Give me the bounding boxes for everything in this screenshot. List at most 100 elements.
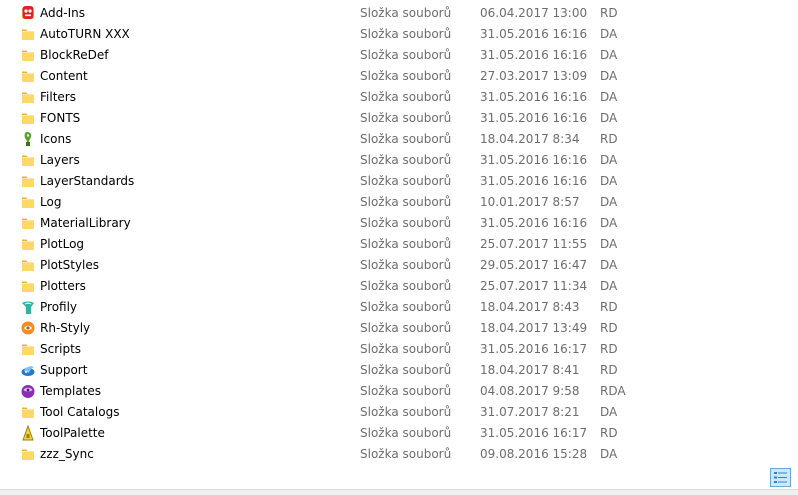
file-type: Složka souborů: [360, 111, 452, 125]
file-name: Filters: [40, 90, 76, 104]
file-date: 25.07.2017 11:55: [480, 237, 588, 251]
file-date: 09.08.2016 15:28: [480, 447, 588, 461]
file-name: Plotters: [40, 279, 86, 293]
file-date: 18.04.2017 8:43: [480, 300, 580, 314]
file-date: 27.03.2017 13:09: [480, 69, 588, 83]
file-name: FONTS: [40, 111, 81, 125]
file-date: 25.07.2017 11:34: [480, 279, 588, 293]
file-row[interactable]: LayerStandards Složka souborů 31.05.2016 1…: [0, 171, 798, 192]
file-attributes: DA: [600, 237, 618, 251]
file-attributes: DA: [600, 90, 618, 104]
file-type: Složka souborů: [360, 174, 452, 188]
file-row[interactable]: Icons Složka souborů 18.04.2017 8:34 RD: [0, 129, 798, 150]
file-row[interactable]: Tool Catalogs Složka souborů 31.07.2017 8:…: [0, 402, 798, 423]
file-type: Složka souborů: [360, 426, 452, 440]
file-type: Složka souborů: [360, 321, 452, 335]
file-attributes: DA: [600, 216, 618, 230]
file-type: Složka souborů: [360, 132, 452, 146]
file-name: Layers: [40, 153, 80, 167]
file-attributes: RD: [600, 132, 618, 146]
rhstyly-orange-icon: [20, 320, 36, 336]
file-row[interactable]: Content Složka souborů 27.03.2017 13:09 DA: [0, 66, 798, 87]
details-view-button[interactable]: [770, 468, 791, 487]
templates-purple-icon: [20, 383, 36, 399]
folder-icon: [20, 68, 36, 84]
folder-icon: [20, 236, 36, 252]
file-row[interactable]: Layers Složka souborů 31.05.2016 16:16 DA: [0, 150, 798, 171]
file-attributes: DA: [600, 174, 618, 188]
file-row[interactable]: Log Složka souborů 10.01.2017 8:57 DA: [0, 192, 798, 213]
file-row[interactable]: Plotters Složka souborů 25.07.2017 11:34 DA: [0, 276, 798, 297]
file-attributes: DA: [600, 48, 618, 62]
file-name: Support: [40, 363, 88, 377]
file-attributes: RD: [600, 6, 618, 20]
file-name: PlotLog: [40, 237, 85, 251]
file-row[interactable]: Rh-Styly Složka souborů 18.04.2017 13:49 RD: [0, 318, 798, 339]
file-row[interactable]: zzz_Sync Složka souborů 09.08.2016 15:28 DA: [0, 444, 798, 465]
icons-green-icon: [20, 131, 36, 147]
file-attributes: RD: [600, 300, 618, 314]
file-date: 31.07.2017 8:21: [480, 405, 580, 419]
file-name: LayerStandards: [40, 174, 135, 188]
file-row[interactable]: Templates Složka souborů 04.08.2017 9:58 RD…: [0, 381, 798, 402]
file-name: Icons: [40, 132, 72, 146]
file-row[interactable]: Add-Ins Složka souborů 06.04.2017 13:00 RD: [0, 3, 798, 24]
file-attributes: DA: [600, 447, 618, 461]
file-type: Složka souborů: [360, 363, 452, 377]
file-type: Složka souborů: [360, 300, 452, 314]
folder-icon: [20, 341, 36, 357]
file-date: 18.04.2017 8:34: [480, 132, 580, 146]
folder-icon: [20, 110, 36, 126]
file-name: MaterialLibrary: [40, 216, 131, 230]
file-date: 31.05.2016 16:17: [480, 342, 588, 356]
file-type: Složka souborů: [360, 384, 452, 398]
file-attributes: DA: [600, 27, 618, 41]
file-date: 10.01.2017 8:57: [480, 195, 580, 209]
file-name: zzz_Sync: [40, 447, 94, 461]
file-row[interactable]: MaterialLibrary Složka souborů 31.05.2016 …: [0, 213, 798, 234]
file-date: 18.04.2017 8:41: [480, 363, 580, 377]
file-attributes: DA: [600, 69, 618, 83]
file-name: Content: [40, 69, 88, 83]
file-name: Scripts: [40, 342, 82, 356]
folder-icon: [20, 278, 36, 294]
file-date: 31.05.2016 16:16: [480, 27, 588, 41]
file-date: 29.05.2017 16:47: [480, 258, 588, 272]
file-date: 31.05.2016 16:16: [480, 216, 588, 230]
file-attributes: RD: [600, 321, 618, 335]
file-row[interactable]: ToolPalette Složka souborů 31.05.2016 16:1…: [0, 423, 798, 444]
file-row[interactable]: PlotStyles Složka souborů 29.05.2017 16:47…: [0, 255, 798, 276]
file-attributes: DA: [600, 195, 618, 209]
file-row[interactable]: FONTS Složka souborů 31.05.2016 16:16 DA: [0, 108, 798, 129]
folder-icon: [20, 257, 36, 273]
file-row[interactable]: Filters Složka souborů 31.05.2016 16:16 DA: [0, 87, 798, 108]
file-row[interactable]: Scripts Složka souborů 31.05.2016 16:17 RD: [0, 339, 798, 360]
file-type: Složka souborů: [360, 279, 452, 293]
details-view-icon: [774, 472, 787, 483]
file-type: Složka souborů: [360, 153, 452, 167]
file-name: BlockReDef: [40, 48, 109, 62]
folder-icon: [20, 446, 36, 462]
file-name: AutoTURN XXX: [40, 27, 130, 41]
file-date: 31.05.2016 16:17: [480, 426, 588, 440]
file-type: Složka souborů: [360, 27, 452, 41]
file-attributes: DA: [600, 111, 618, 125]
file-type: Složka souborů: [360, 216, 452, 230]
file-type: Složka souborů: [360, 405, 452, 419]
file-row[interactable]: BlockReDef Složka souborů 31.05.2016 16:16…: [0, 45, 798, 66]
folder-icon: [20, 47, 36, 63]
file-row[interactable]: Support Složka souborů 18.04.2017 8:41 RD: [0, 360, 798, 381]
file-type: Složka souborů: [360, 447, 452, 461]
file-attributes: DA: [600, 405, 618, 419]
file-date: 31.05.2016 16:16: [480, 48, 588, 62]
file-name: PlotStyles: [40, 258, 100, 272]
file-name: Add-Ins: [40, 6, 85, 20]
file-date: 04.08.2017 9:58: [480, 384, 580, 398]
file-row[interactable]: PlotLog Složka souborů 25.07.2017 11:55 DA: [0, 234, 798, 255]
file-name: ToolPalette: [40, 426, 105, 440]
file-row[interactable]: Profily Složka souborů 18.04.2017 8:43 RD: [0, 297, 798, 318]
file-row[interactable]: AutoTURN XXX Složka souborů 31.05.2016 16:…: [0, 24, 798, 45]
file-attributes: RD: [600, 426, 618, 440]
file-list: Add-Ins Složka souborů 06.04.2017 13:00 RD A…: [0, 3, 798, 465]
folder-icon: [20, 89, 36, 105]
